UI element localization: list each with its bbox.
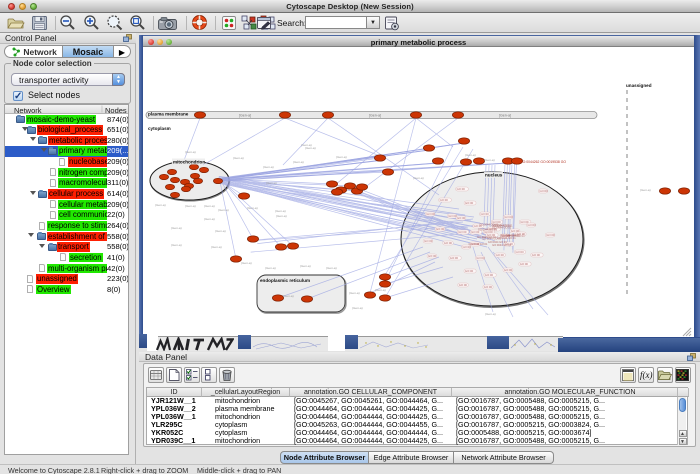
svg-text:GO:00: GO:00 <box>450 256 459 260</box>
svg-text:(Gen-a): (Gen-a) <box>276 214 287 218</box>
svg-text:(Gen-a): (Gen-a) <box>375 288 386 292</box>
svg-text:GO:00: GO:00 <box>458 230 467 234</box>
svg-text:GO:00: GO:00 <box>527 223 536 227</box>
svg-text:(Gen-a): (Gen-a) <box>155 203 166 207</box>
svg-text:(Gen-a): (Gen-a) <box>293 160 304 164</box>
svg-text:(Gen-a): (Gen-a) <box>215 229 226 233</box>
svg-text:GO:00: GO:00 <box>440 198 449 202</box>
svg-text:[Gen-a]: [Gen-a] <box>499 114 511 118</box>
svg-text:(Gen-a): (Gen-a) <box>185 204 196 208</box>
svg-text:(Gen-a): (Gen-a) <box>218 208 229 212</box>
svg-text:(Gen-a): (Gen-a) <box>241 261 252 265</box>
svg-text:(Gen-a): (Gen-a) <box>204 217 215 221</box>
svg-text:GO:00: GO:00 <box>504 268 513 272</box>
svg-text:GO:00: GO:00 <box>515 250 524 254</box>
svg-text:(Gen-a): (Gen-a) <box>283 294 294 298</box>
svg-text:(Gen-a): (Gen-a) <box>326 266 337 270</box>
svg-text:(Gen-a): (Gen-a) <box>171 243 182 247</box>
svg-text:GO:00: GO:00 <box>476 256 485 260</box>
svg-text:GO:00: GO:00 <box>436 227 445 231</box>
svg-text:GO:00: GO:00 <box>465 269 474 273</box>
svg-text:GO:00: GO:00 <box>459 283 468 287</box>
svg-text:GO:00: GO:00 <box>496 253 505 257</box>
svg-text:GO:0044 GO:01: GO:0044 GO:01 <box>469 242 488 246</box>
svg-text:GO:00: GO:00 <box>426 212 435 216</box>
svg-text:GO:00: GO:00 <box>428 254 437 258</box>
svg-text:GO:0044262 GO:0019538 GO: GO:0044262 GO:0019538 GO <box>520 160 566 164</box>
svg-text:(Gen-a): (Gen-a) <box>352 306 363 310</box>
svg-text:GO:00: GO:00 <box>424 239 433 243</box>
svg-text:GO:00: GO:00 <box>539 189 548 193</box>
svg-text:GO:00: GO:00 <box>484 285 493 289</box>
svg-text:GO:0044 GO:01: GO:0044 GO:01 <box>488 240 507 244</box>
svg-text:(Gen-a): (Gen-a) <box>263 165 274 169</box>
svg-text:(Gen-a): (Gen-a) <box>484 158 495 162</box>
svg-text:(Gen-a): (Gen-a) <box>265 266 276 270</box>
svg-text:GO:0044 GO:01: GO:0044 GO:01 <box>479 223 498 227</box>
svg-text:(Gen-a): (Gen-a) <box>275 209 286 213</box>
svg-text:[Gen-a]: [Gen-a] <box>369 114 381 118</box>
svg-text:GO:00: GO:00 <box>485 273 494 277</box>
svg-text:(Gen-a): (Gen-a) <box>171 226 182 230</box>
svg-text:[Gen-a]: [Gen-a] <box>239 114 251 118</box>
svg-text:plasma membrane: plasma membrane <box>148 112 189 117</box>
svg-text:(Gen-a): (Gen-a) <box>349 291 360 295</box>
svg-text:(Gen-a): (Gen-a) <box>413 176 424 180</box>
svg-text:GO:00: GO:00 <box>465 201 474 205</box>
svg-text:mitochondrion: mitochondrion <box>173 160 205 165</box>
svg-text:(Gen-a): (Gen-a) <box>233 156 244 160</box>
svg-text:GO:00: GO:00 <box>481 212 490 216</box>
svg-text:(Gen-a): (Gen-a) <box>247 206 258 210</box>
svg-text:GO:00: GO:00 <box>448 214 457 218</box>
svg-text:(Gen-a): (Gen-a) <box>465 153 476 157</box>
svg-text:(Gen-a): (Gen-a) <box>300 264 311 268</box>
svg-text:endoplasmic reticulum: endoplasmic reticulum <box>260 278 310 283</box>
svg-text:GO:00: GO:00 <box>532 253 541 257</box>
svg-text:(Gen-a): (Gen-a) <box>185 150 196 154</box>
svg-text:(Gen-a): (Gen-a) <box>211 245 222 249</box>
svg-text:(Gen-a): (Gen-a) <box>640 188 651 192</box>
svg-text:GO:0044 GO:01: GO:0044 GO:01 <box>501 233 520 237</box>
svg-text:(Gen-a): (Gen-a) <box>204 204 215 208</box>
svg-text:GO:00: GO:00 <box>520 262 529 266</box>
svg-text:unassigned: unassigned <box>626 83 652 88</box>
svg-text:(Gen-a): (Gen-a) <box>266 181 277 185</box>
svg-text:(Gen-a): (Gen-a) <box>336 155 347 159</box>
svg-text:(Gen-a): (Gen-a) <box>485 312 496 316</box>
svg-text:cytoplasm: cytoplasm <box>148 126 171 131</box>
svg-text:GO:00: GO:00 <box>546 233 555 237</box>
svg-text:GO:00: GO:00 <box>457 216 466 220</box>
svg-text:f(x): f(x) <box>640 370 653 380</box>
svg-text:nucleus: nucleus <box>485 173 503 178</box>
svg-text:GO:00: GO:00 <box>444 241 453 245</box>
svg-text:(Gen-a): (Gen-a) <box>301 143 312 147</box>
svg-text:GO:00: GO:00 <box>504 215 513 219</box>
svg-text:GO:00: GO:00 <box>457 187 466 191</box>
